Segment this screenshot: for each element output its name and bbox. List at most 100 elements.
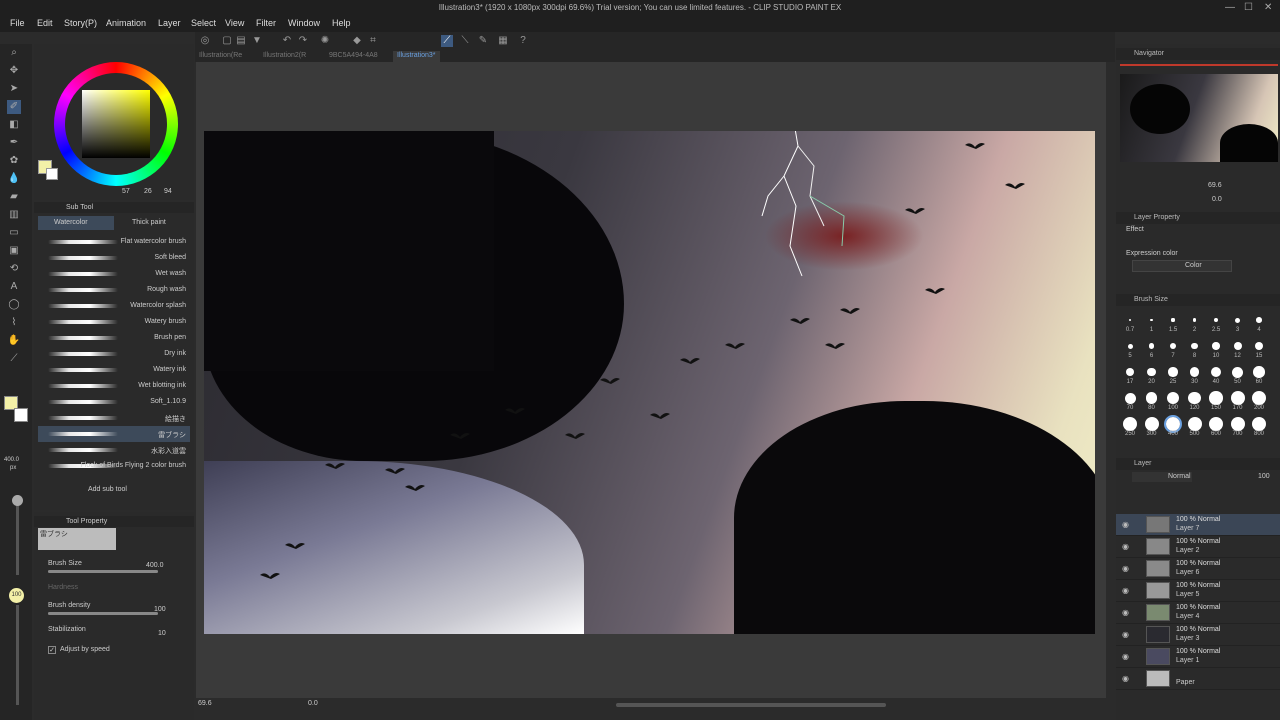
hand-icon[interactable]: ✋ bbox=[7, 334, 21, 348]
eyedropper-icon[interactable]: ⟋ bbox=[7, 352, 21, 366]
snap-special-icon[interactable]: ⟍ bbox=[459, 35, 471, 47]
brush-size-preset[interactable] bbox=[1171, 318, 1175, 322]
layer-row[interactable]: ◉ 100 % Normal Layer 6 bbox=[1116, 558, 1280, 580]
brush-icon[interactable]: ✐ bbox=[7, 100, 21, 114]
crop-icon[interactable]: ⌗ bbox=[367, 35, 379, 47]
brush-size-preset[interactable] bbox=[1166, 391, 1180, 405]
brush-size-preset[interactable] bbox=[1253, 366, 1265, 378]
brush-size-preset[interactable] bbox=[1168, 367, 1178, 377]
subtool-item[interactable]: 雷ブラシ bbox=[38, 426, 190, 442]
eye-icon[interactable]: ◉ bbox=[1122, 630, 1129, 639]
brush-size-preset[interactable] bbox=[1252, 391, 1266, 405]
pen-tool-icon[interactable]: ✒ bbox=[7, 136, 21, 150]
eye-icon[interactable]: ◉ bbox=[1122, 586, 1129, 595]
brush-size-preset[interactable] bbox=[1145, 392, 1158, 404]
eraser-icon[interactable]: ◧ bbox=[7, 118, 21, 132]
menu-window[interactable]: Window bbox=[288, 18, 320, 28]
help-icon[interactable]: ? bbox=[517, 35, 529, 47]
brush-size-preset[interactable] bbox=[1144, 417, 1159, 431]
size-slider-knob[interactable] bbox=[12, 495, 23, 506]
brush-size-preset[interactable] bbox=[1127, 343, 1133, 349]
subtool-item[interactable]: 水彩入道雲 bbox=[38, 442, 190, 458]
brush-size-preset[interactable] bbox=[1209, 391, 1223, 405]
subtool-item[interactable]: Watery ink bbox=[38, 362, 190, 378]
horizontal-scrollbar[interactable] bbox=[616, 703, 886, 707]
brush-size-preset[interactable] bbox=[1164, 415, 1182, 433]
background-color[interactable] bbox=[46, 168, 58, 180]
brush-size-preset[interactable] bbox=[1147, 367, 1156, 377]
brush-size-preset[interactable] bbox=[1252, 417, 1266, 431]
brush-size-preset[interactable] bbox=[1230, 417, 1245, 431]
layer-row[interactable]: ◉ 100 % Normal Layer 7 bbox=[1116, 514, 1280, 536]
eye-icon[interactable]: ◉ bbox=[1122, 652, 1129, 661]
brush-size-preset[interactable] bbox=[1233, 342, 1242, 350]
tab-illustration3[interactable]: Illustration3* bbox=[393, 51, 440, 62]
subtool-item[interactable]: Brush pen bbox=[38, 330, 190, 346]
brush-size-preset[interactable] bbox=[1209, 417, 1223, 431]
blend-mode-select[interactable]: Normal bbox=[1132, 472, 1192, 482]
tab-illustration2[interactable]: Illustration2(R bbox=[259, 51, 310, 62]
zoom-icon[interactable]: ⌕ bbox=[7, 46, 21, 60]
move-icon[interactable]: ✥ bbox=[7, 64, 21, 78]
brush-size-preset[interactable] bbox=[1150, 318, 1153, 322]
eye-icon[interactable]: ◉ bbox=[1122, 608, 1129, 617]
maximize-icon[interactable]: ☐ bbox=[1244, 2, 1253, 13]
eye-icon[interactable]: ◉ bbox=[1122, 542, 1129, 551]
brush-size-preset[interactable] bbox=[1189, 367, 1200, 377]
eye-icon[interactable]: ◉ bbox=[1122, 674, 1129, 683]
fill-icon[interactable]: ◆ bbox=[351, 35, 363, 47]
layer-row[interactable]: ◉ Paper bbox=[1116, 668, 1280, 690]
density-slider[interactable] bbox=[48, 612, 158, 615]
operation-icon[interactable]: ➤ bbox=[7, 82, 21, 96]
brush-size-preset[interactable] bbox=[1124, 392, 1136, 404]
grid-icon[interactable]: ▦ bbox=[497, 35, 509, 47]
size-slider[interactable] bbox=[16, 495, 19, 575]
menu-help[interactable]: Help bbox=[332, 18, 351, 28]
subtool-item[interactable]: Watery brush bbox=[38, 314, 190, 330]
subtool-item[interactable]: Soft_1.10.9 bbox=[38, 394, 190, 410]
saturation-square[interactable] bbox=[82, 90, 150, 158]
brush-size-preset[interactable] bbox=[1126, 368, 1134, 376]
decoration-icon[interactable]: ✿ bbox=[7, 154, 21, 168]
brush-size-slider[interactable] bbox=[48, 570, 158, 573]
subtool-item[interactable]: Wet blotting ink bbox=[38, 378, 190, 394]
subtool-item[interactable]: Flat watercolor brush bbox=[38, 234, 190, 250]
brush-size-preset[interactable] bbox=[1169, 342, 1177, 350]
menu-file[interactable]: File bbox=[10, 18, 25, 28]
navigator-rotate[interactable]: 0.0 bbox=[1212, 196, 1222, 203]
open-icon[interactable]: ▤ bbox=[235, 35, 247, 47]
figure-icon[interactable]: ▭ bbox=[7, 226, 21, 240]
undo-icon[interactable]: ↶ bbox=[281, 35, 293, 47]
brush-size-preset[interactable] bbox=[1129, 319, 1131, 321]
brush-size-preset[interactable] bbox=[1210, 366, 1222, 378]
minimize-icon[interactable]: — bbox=[1225, 2, 1235, 13]
frame-icon[interactable]: ▣ bbox=[7, 244, 21, 258]
correct-line-icon[interactable]: ⌇ bbox=[7, 316, 21, 330]
menu-story[interactable]: Story(P) bbox=[64, 18, 97, 28]
stabilization-value[interactable]: 10 bbox=[158, 630, 166, 637]
layer-opacity-value[interactable]: 100 bbox=[1258, 473, 1270, 480]
subtool-item[interactable]: Soft bleed bbox=[38, 250, 190, 266]
subtool-item[interactable]: Rough wash bbox=[38, 282, 190, 298]
group-watercolor[interactable]: Watercolor bbox=[38, 216, 114, 230]
pen-icon[interactable]: ✎ bbox=[477, 35, 489, 47]
group-thick-paint[interactable]: Thick paint bbox=[116, 216, 190, 230]
brush-size-preset[interactable] bbox=[1230, 391, 1245, 405]
menu-edit[interactable]: Edit bbox=[37, 18, 53, 28]
subtool-item[interactable]: Wet wash bbox=[38, 266, 190, 282]
add-subtool-button[interactable]: Add sub tool bbox=[88, 486, 127, 493]
expression-color-select[interactable]: Color bbox=[1132, 260, 1232, 272]
menu-select[interactable]: Select bbox=[191, 18, 216, 28]
opacity-slider[interactable] bbox=[16, 605, 19, 705]
layer-row[interactable]: ◉ 100 % Normal Layer 4 bbox=[1116, 602, 1280, 624]
settings-icon[interactable]: ✺ bbox=[319, 35, 331, 47]
brush-size-preset[interactable] bbox=[1123, 417, 1137, 431]
subtool-item[interactable]: Watercolor splash bbox=[38, 298, 190, 314]
lasso-icon[interactable]: ⟲ bbox=[7, 262, 21, 276]
brush-size-preset[interactable] bbox=[1235, 317, 1240, 323]
blend-icon[interactable]: 💧 bbox=[7, 172, 21, 186]
layer-row[interactable]: ◉ 100 % Normal Layer 5 bbox=[1116, 580, 1280, 602]
redo-icon[interactable]: ↷ bbox=[297, 35, 309, 47]
eye-icon[interactable]: ◉ bbox=[1122, 520, 1129, 529]
menu-animation[interactable]: Animation bbox=[106, 18, 146, 28]
